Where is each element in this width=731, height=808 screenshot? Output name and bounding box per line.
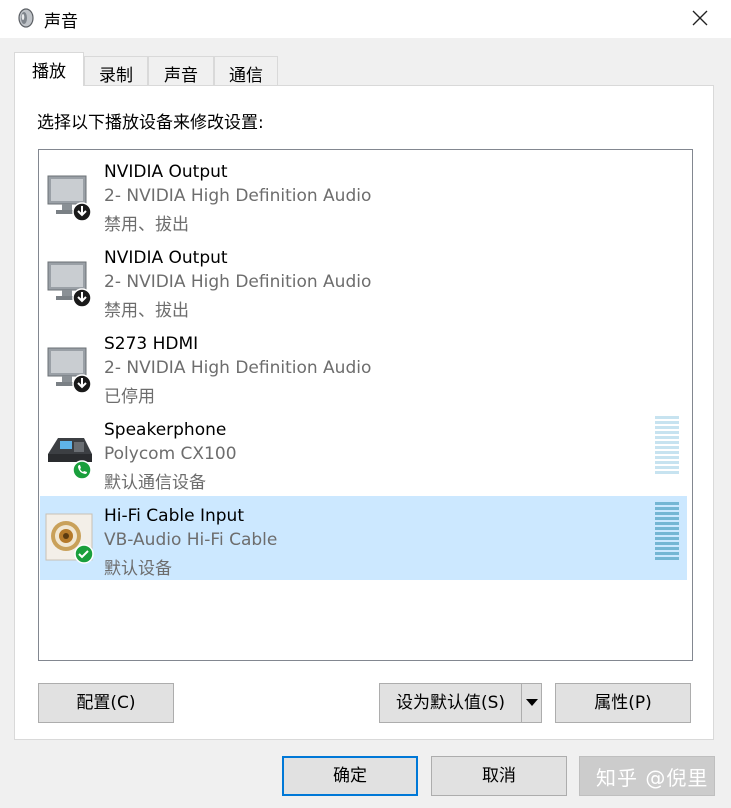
title-bar: 声音: [0, 0, 731, 38]
device-item[interactable]: NVIDIA Output 2- NVIDIA High Definition …: [40, 152, 687, 236]
device-description: VB-Audio Hi-Fi Cable: [104, 530, 278, 550]
device-name: S273 HDMI: [104, 334, 199, 354]
cancel-button[interactable]: 取消: [431, 756, 567, 796]
monitor-speaker-icon: [47, 347, 92, 394]
instruction-label: 选择以下播放设备来修改设置:: [37, 113, 264, 133]
down-arrow-badge-icon: [72, 288, 92, 308]
device-item[interactable]: S273 HDMI 2- NVIDIA High Definition Audi…: [40, 324, 687, 408]
close-icon[interactable]: [687, 5, 713, 31]
monitor-speaker-icon: [47, 175, 92, 222]
window-title: 声音: [44, 12, 78, 32]
device-status: 已停用: [104, 387, 155, 407]
phone-badge-icon: [72, 460, 92, 480]
down-arrow-badge-icon: [72, 374, 92, 394]
device-status: 默认通信设备: [104, 473, 206, 493]
volume-meter: [655, 502, 679, 562]
set-default-button[interactable]: 设为默认值(S): [379, 683, 542, 723]
set-default-dropdown[interactable]: [521, 684, 541, 722]
playback-panel: 选择以下播放设备来修改设置: NVIDIA Output 2- NVIDIA H…: [14, 85, 714, 740]
chevron-down-icon: [526, 699, 538, 706]
device-status: 禁用、拔出: [104, 215, 189, 235]
device-description: 2- NVIDIA High Definition Audio: [104, 272, 372, 292]
speakerphone-icon: [48, 438, 92, 480]
ok-button[interactable]: 确定: [282, 756, 418, 796]
check-badge-icon: [74, 544, 94, 564]
device-item-selected[interactable]: Hi-Fi Cable Input VB-Audio Hi-Fi Cable 默…: [40, 496, 687, 580]
tab-sounds[interactable]: 声音: [148, 56, 214, 86]
tab-playback[interactable]: 播放: [14, 52, 84, 86]
tab-recording[interactable]: 录制: [84, 56, 148, 86]
tab-communications[interactable]: 通信: [214, 56, 278, 86]
device-description: 2- NVIDIA High Definition Audio: [104, 186, 372, 206]
watermark-text: 知乎 @倪里: [596, 766, 709, 790]
device-description: 2- NVIDIA High Definition Audio: [104, 358, 372, 378]
device-item[interactable]: Speakerphone Polycom CX100 默认通信设备: [40, 410, 687, 494]
down-arrow-badge-icon: [72, 202, 92, 222]
properties-button[interactable]: 属性(P): [555, 683, 691, 723]
configure-button[interactable]: 配置(C): [38, 683, 174, 723]
device-status: 默认设备: [104, 559, 172, 579]
speaker-app-icon: [18, 8, 34, 28]
rca-connector-icon: [45, 513, 94, 564]
device-name: NVIDIA Output: [104, 248, 228, 268]
device-item[interactable]: NVIDIA Output 2- NVIDIA High Definition …: [40, 238, 687, 322]
volume-meter: [655, 416, 679, 476]
device-name: Hi-Fi Cable Input: [104, 506, 244, 526]
device-list[interactable]: NVIDIA Output 2- NVIDIA High Definition …: [38, 149, 693, 661]
device-description: Polycom CX100: [104, 444, 237, 464]
tab-strip: 播放 录制 声音 通信: [14, 52, 714, 86]
device-name: NVIDIA Output: [104, 162, 228, 182]
device-status: 禁用、拔出: [104, 301, 189, 321]
device-name: Speakerphone: [104, 420, 227, 440]
monitor-speaker-icon: [47, 261, 92, 308]
